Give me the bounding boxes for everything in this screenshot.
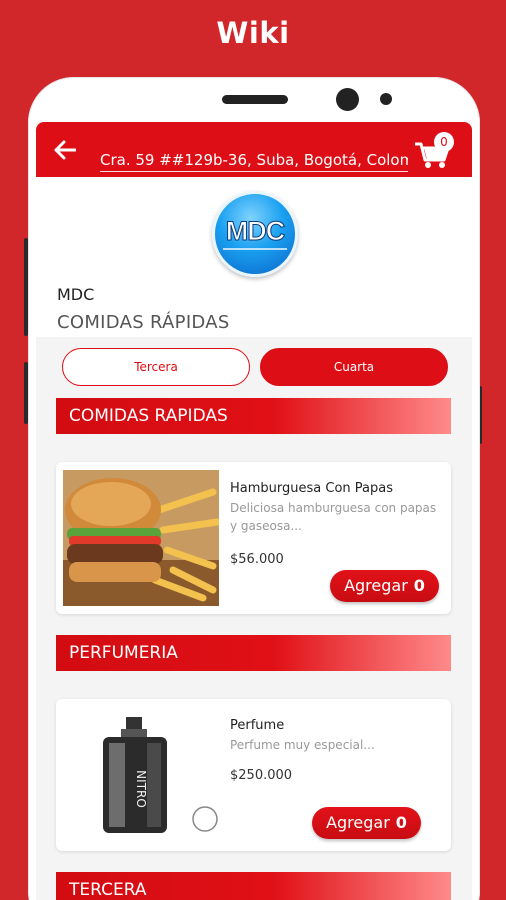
product-price: $250.000	[230, 768, 293, 783]
add-button-label: Agregar	[344, 576, 408, 595]
burger-image	[63, 470, 219, 606]
product-name: Hamburguesa Con Papas	[230, 481, 393, 496]
promo-title: Wiki	[216, 16, 290, 50]
cart-count-badge: 0	[434, 132, 454, 152]
add-to-cart-button[interactable]: Agregar 0	[312, 807, 421, 839]
app-screen: 0 MDC MDC COMIDAS RÁPIDAS Tercera Cuarta…	[36, 122, 472, 900]
phone-speaker	[222, 95, 288, 104]
phone-sensor	[380, 93, 392, 105]
product-name: Perfume	[230, 718, 285, 733]
add-button-count: 0	[413, 576, 425, 595]
perfume-image: NITRO	[63, 707, 219, 843]
product-description: Deliciosa hamburguesa con papas y gaseos…	[230, 501, 437, 533]
section-header-comidas-rapidas: COMIDAS RAPIDAS	[56, 398, 451, 434]
product-card[interactable]: NITRO Perfume Perfume muy especial... $2…	[56, 699, 451, 851]
store-header: MDC MDC COMIDAS RÁPIDAS	[36, 177, 472, 337]
store-logo: MDC	[212, 191, 298, 277]
store-category: COMIDAS RÁPIDAS	[57, 312, 230, 333]
add-to-cart-button[interactable]: Agregar 0	[330, 570, 439, 602]
product-card[interactable]: Hamburguesa Con Papas Deliciosa hamburgu…	[56, 462, 451, 614]
section-header-perfumeria: PERFUMERIA	[56, 635, 451, 671]
section-header-tercera: TERCERA	[56, 872, 451, 900]
tab-cuarta[interactable]: Cuarta	[260, 348, 448, 386]
product-price: $56.000	[230, 552, 284, 567]
store-name: MDC	[57, 285, 95, 304]
tab-tercera[interactable]: Tercera	[62, 348, 250, 386]
phone-camera	[336, 88, 359, 111]
address-input[interactable]	[100, 148, 408, 172]
store-logo-text: MDC	[225, 216, 286, 247]
arrow-left-icon[interactable]	[54, 140, 76, 160]
app-bar: 0	[36, 122, 472, 177]
product-description: Perfume muy especial...	[230, 738, 375, 752]
add-button-count: 0	[395, 813, 407, 832]
add-button-label: Agregar	[326, 813, 390, 832]
bottle-label: NITRO	[134, 770, 148, 808]
logo-decoration	[223, 248, 287, 250]
